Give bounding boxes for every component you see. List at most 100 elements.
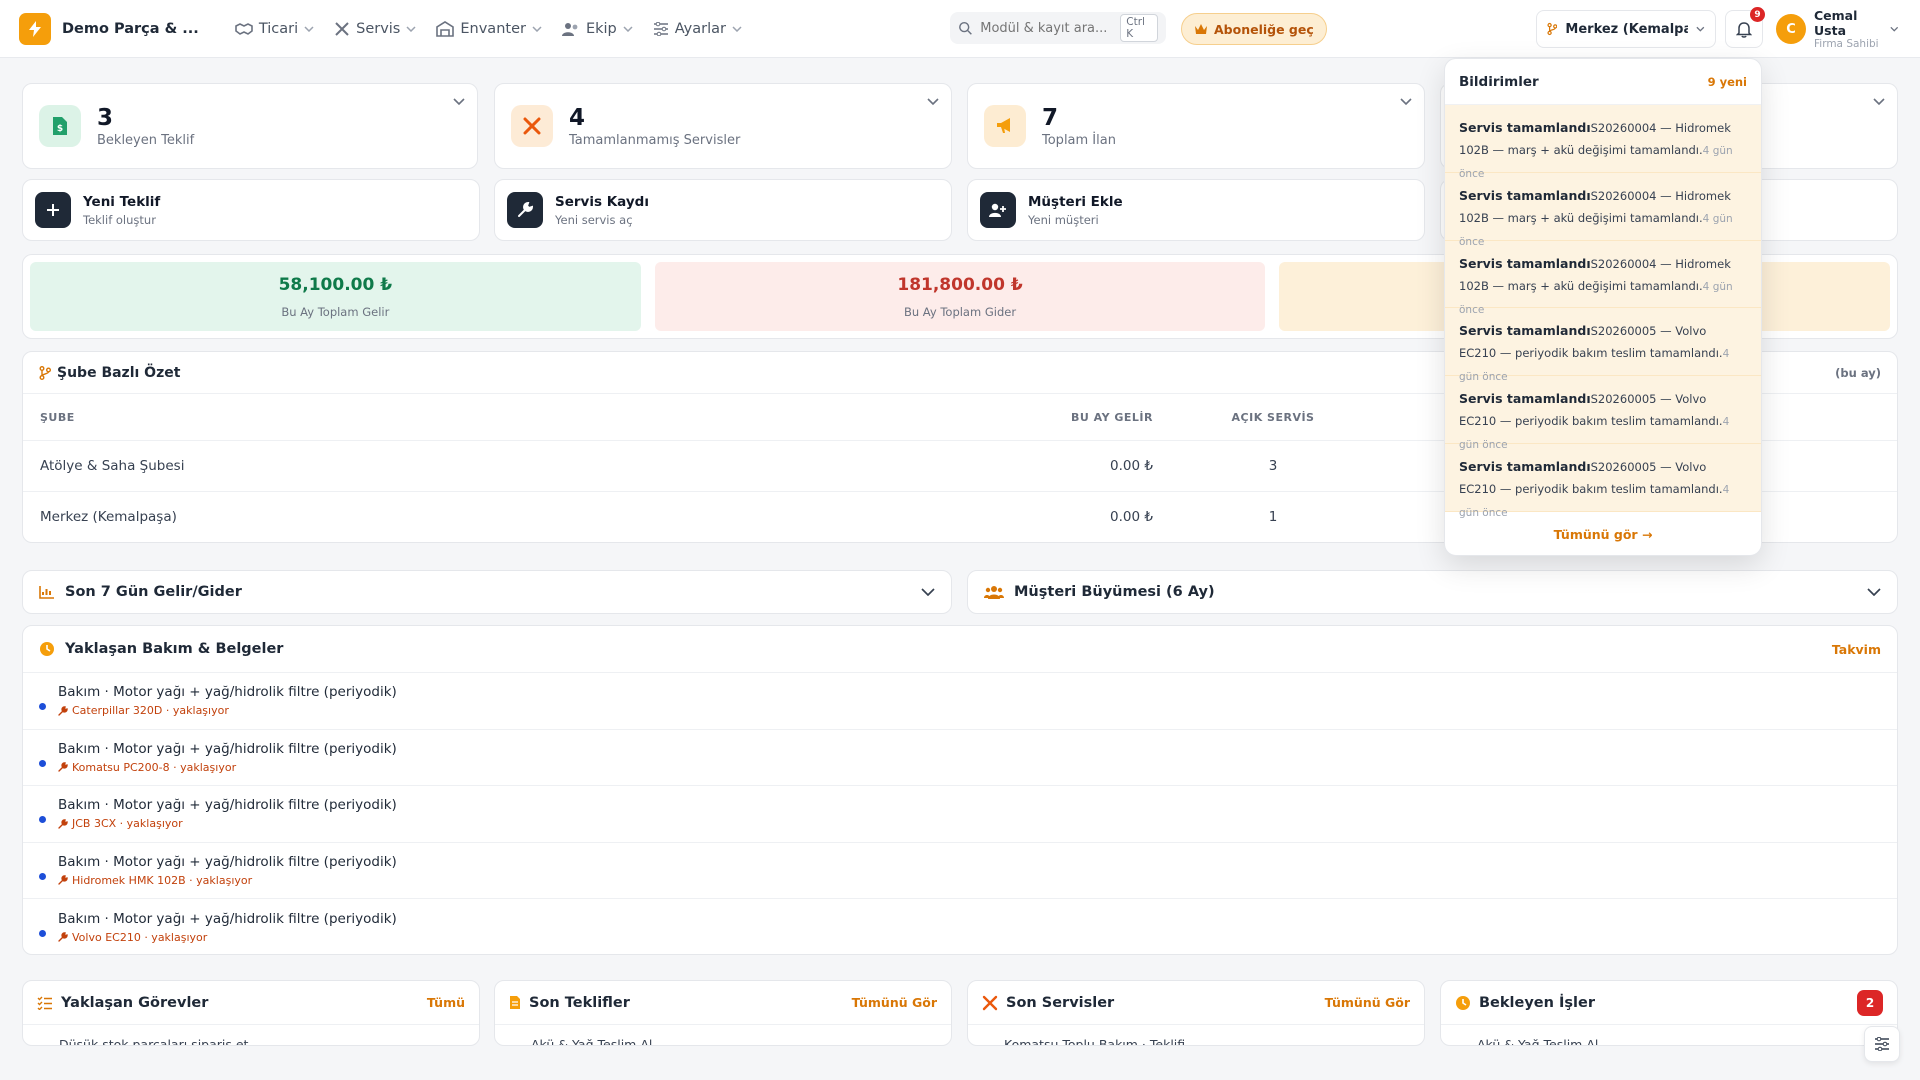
upgrade-button[interactable]: Aboneliğe geç xyxy=(1181,13,1327,45)
income-expense-panel[interactable]: Son 7 Gün Gelir/Gider xyxy=(22,570,952,614)
branch-summary-title: Şube Bazlı Özet xyxy=(57,364,181,381)
list-item[interactable]: Bakım · Motor yağı + yağ/hidrolik filtre… xyxy=(23,786,1897,843)
notifications-button[interactable]: 9 xyxy=(1725,7,1765,48)
tools-icon xyxy=(982,995,998,1010)
notification-item[interactable]: Servis tamamlandıS20260004 — Hidromek 10… xyxy=(1445,105,1761,180)
customize-button[interactable] xyxy=(1864,1026,1900,1062)
action-service-record[interactable]: Servis Kaydı Yeni servis aç xyxy=(494,179,952,241)
stat-card-pending-quotes[interactable]: $ 3 Bekleyen Teklif xyxy=(22,83,478,169)
branch-open-services: 3 xyxy=(1268,458,1278,474)
chevron-down-icon xyxy=(406,25,416,32)
list-item[interactable]: Düşük stok parçaları sipariş et xyxy=(23,1025,479,1045)
nav-envanter[interactable]: Envanter xyxy=(428,15,550,43)
clock-icon xyxy=(40,642,54,656)
nav-servis[interactable]: Servis xyxy=(326,15,424,43)
chevron-down-icon[interactable] xyxy=(1873,98,1885,106)
brand[interactable]: Demo Parça & ... xyxy=(19,12,199,45)
status-dot xyxy=(39,872,46,880)
calendar-link[interactable]: Takvim xyxy=(1832,642,1881,657)
customer-growth-panel[interactable]: Müşteri Büyümesi (6 Ay) xyxy=(967,570,1898,614)
notification-item[interactable]: Servis tamamlandıS20260005 — Volvo EC210… xyxy=(1445,308,1761,383)
status-dot xyxy=(39,759,46,767)
chevron-down-icon xyxy=(1867,588,1881,596)
maintenance-machine: JCB 3CX · yaklaşıyor xyxy=(72,817,183,831)
upcoming-tasks-card: Yaklaşan Görevler Tümü Düşük stok parçal… xyxy=(22,980,480,1046)
notifications-dropdown: Bildirimler 9 yeni Servis tamamlandıS202… xyxy=(1444,58,1762,556)
list-item[interactable]: Bakım · Motor yağı + yağ/hidrolik filtre… xyxy=(23,899,1897,954)
wrench-icon xyxy=(58,819,68,829)
list-item[interactable]: Akü & Yağ Teslim Al... xyxy=(1441,1025,1897,1045)
branch-income: 0.00 ₺ xyxy=(1110,509,1153,525)
nav-label: Ayarlar xyxy=(674,20,726,37)
stat-card-listings[interactable]: 7 Toplam İlan xyxy=(967,83,1425,169)
chevron-down-icon[interactable] xyxy=(927,98,939,106)
list-item[interactable]: Akü & Yağ Teslim Al... xyxy=(495,1025,951,1045)
users-icon xyxy=(984,586,1004,599)
branch-summary-period: (bu ay) xyxy=(1835,365,1881,380)
wrench-icon xyxy=(58,762,68,772)
status-dot xyxy=(39,703,46,711)
team-icon xyxy=(561,22,578,36)
upcoming-maintenance: Yaklaşan Bakım & Belgeler Takvim Bakım ·… xyxy=(22,625,1898,955)
chevron-down-icon xyxy=(1889,26,1898,32)
stat-card-open-services[interactable]: 4 Tamamlanmamış Servisler xyxy=(494,83,952,169)
list-item[interactable]: Bakım · Motor yağı + yağ/hidrolik filtre… xyxy=(23,843,1897,899)
branch-open-services: 1 xyxy=(1268,509,1278,525)
stat-label: Toplam İlan xyxy=(1042,132,1116,148)
recent-services-card: Son Servisler Tümünü Gör Komatsu Toplu B… xyxy=(967,980,1425,1046)
maintenance-task: Bakım · Motor yağı + yağ/hidrolik filtre… xyxy=(58,853,397,870)
wrench-icon xyxy=(58,932,68,942)
action-new-quote[interactable]: Yeni Teklif Teklif oluştur xyxy=(22,179,480,241)
branch-select[interactable]: Merkez (Kemalpa... xyxy=(1536,10,1716,48)
notification-item[interactable]: Servis tamamlandıS20260004 — Hidromek 10… xyxy=(1445,172,1761,248)
sliders-icon xyxy=(653,21,668,36)
maintenance-machine: Hidromek HMK 102B · yaklaşıyor xyxy=(72,873,253,887)
task-list-icon xyxy=(37,996,52,1010)
maintenance-title: Yaklaşan Bakım & Belgeler xyxy=(65,641,284,657)
branch-income: 0.00 ₺ xyxy=(1110,458,1153,474)
nav-ayarlar[interactable]: Ayarlar xyxy=(645,15,750,43)
notification-badge: 9 xyxy=(1750,7,1765,22)
user-name: Cemal Usta xyxy=(1814,8,1858,38)
upgrade-label: Aboneliğe geç xyxy=(1214,21,1314,37)
see-all-link[interactable]: Tümünü Gör xyxy=(852,995,937,1010)
nav-ekip[interactable]: Ekip xyxy=(554,15,641,43)
action-add-customer[interactable]: Müşteri Ekle Yeni müşteri xyxy=(967,179,1425,241)
expense-value: 181,800.00 ₺ xyxy=(897,274,1023,295)
main-nav: Ticari Servis Envanter Ekip Ayarlar xyxy=(227,15,750,43)
maintenance-task: Bakım · Motor yağı + yağ/hidrolik filtre… xyxy=(58,740,397,757)
notification-item[interactable]: Servis tamamlandıS20260004 — Hidromek 10… xyxy=(1445,240,1761,316)
handshake-icon xyxy=(235,22,253,35)
income-label: Bu Ay Toplam Gelir xyxy=(281,304,390,319)
notification-title: Servis tamamlandı xyxy=(1459,187,1591,203)
branch-name: Atölye & Saha Şubesi xyxy=(40,458,185,474)
avatar: C xyxy=(1776,14,1806,44)
card-title: Son Servisler xyxy=(1006,994,1115,1011)
branch-icon xyxy=(39,365,51,380)
pending-jobs-card: Bekleyen İşler 2 Akü & Yağ Teslim Al... xyxy=(1440,980,1898,1046)
user-plus-icon xyxy=(980,192,1016,228)
clock-icon xyxy=(1456,995,1470,1010)
chevron-down-icon xyxy=(304,25,314,32)
action-title: Müşteri Ekle xyxy=(1028,193,1123,210)
action-title: Yeni Teklif xyxy=(83,193,161,210)
notification-title: Servis tamamlandı xyxy=(1459,458,1591,474)
stat-value: 7 xyxy=(1042,104,1059,131)
search-input[interactable] xyxy=(980,20,1121,36)
nav-ticari[interactable]: Ticari xyxy=(227,15,322,43)
bell-icon xyxy=(1736,21,1752,38)
list-item[interactable]: Komatsu Toplu Bakım · Teklifi... xyxy=(968,1025,1424,1045)
nav-label: Envanter xyxy=(460,20,526,37)
status-dot xyxy=(39,929,46,937)
chevron-down-icon xyxy=(921,588,935,596)
list-item[interactable]: Bakım · Motor yağı + yağ/hidrolik filtre… xyxy=(23,673,1897,730)
see-all-link[interactable]: Tümü xyxy=(427,995,465,1010)
chevron-down-icon[interactable] xyxy=(453,98,465,106)
panel-title: Müşteri Büyümesi (6 Ay) xyxy=(1014,584,1215,600)
chevron-down-icon[interactable] xyxy=(1400,98,1412,106)
user-menu[interactable]: C Cemal Usta Firma Sahibi xyxy=(1770,8,1904,50)
list-item[interactable]: Bakım · Motor yağı + yağ/hidrolik filtre… xyxy=(23,730,1897,786)
see-all-link[interactable]: Tümünü Gör xyxy=(1325,995,1410,1010)
status-dot xyxy=(39,816,46,824)
action-sub: Teklif oluştur xyxy=(83,212,156,227)
